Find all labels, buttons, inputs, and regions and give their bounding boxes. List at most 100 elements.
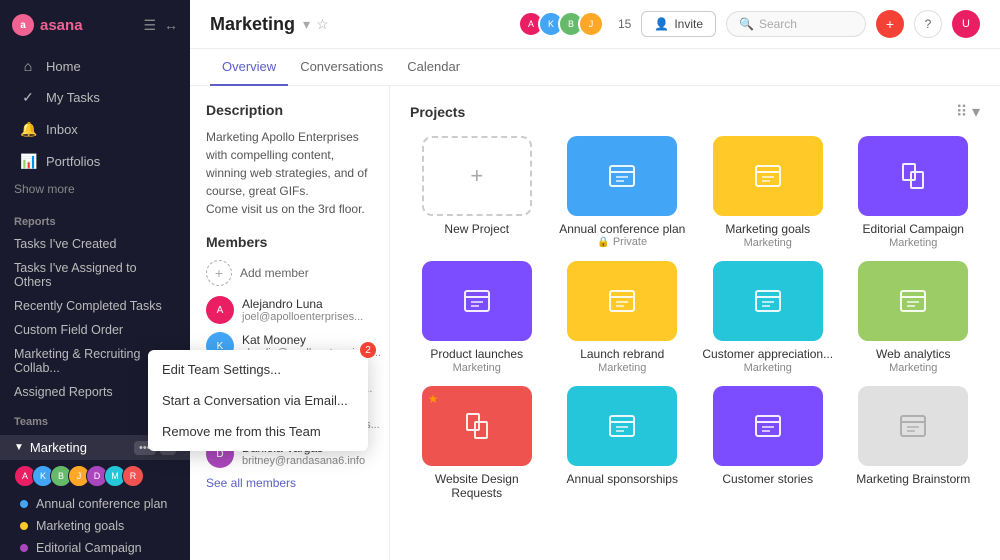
context-menu-remove[interactable]: Remove me from this Team [148,416,368,447]
project-card-conference[interactable]: Annual conference plan 🔒 Private [556,136,690,249]
context-menu: 2 Edit Team Settings... Start a Conversa… [148,350,368,451]
marketing-team-label-group: ▼ Marketing [14,440,87,455]
topbar-left: Marketing ▾ ☆ [210,14,329,35]
tasks-icon: ✓ [20,89,36,106]
see-all-members[interactable]: See all members [206,476,373,490]
project-thumb [567,261,677,341]
member-name: Kat Mooney [242,333,381,347]
project-card-website[interactable]: ★ Website Design Requests [410,386,544,501]
project-card-editorial[interactable]: Editorial Campaign Marketing [847,136,981,249]
inbox-icon: 🔔 [20,121,36,138]
project-team: Marketing [744,362,792,374]
project-item-conference[interactable]: Annual conference plan [0,493,190,515]
search-placeholder: Search [759,17,797,31]
expand-icon[interactable]: ↔ [164,17,178,34]
star-badge: ★ [428,392,439,406]
sidebar: a asana ☰ ↔ ⌂ Home ✓ My Tasks 🔔 Inbox 📊 … [0,0,190,560]
sidebar-item-recently-completed[interactable]: Recently Completed Tasks [0,294,190,318]
sidebar-item-tasks-created[interactable]: Tasks I've Created [0,232,190,256]
context-menu-conversation[interactable]: Start a Conversation via Email... [148,385,368,416]
help-button[interactable]: ? [914,10,942,38]
project-card-brainstorm[interactable]: Marketing Brainstorm [847,386,981,501]
project-team: Marketing [598,362,646,374]
menu-icon[interactable]: ☰ [143,17,156,34]
sidebar-controls: ☰ ↔ [143,17,178,34]
project-name: New Project [444,222,509,236]
invite-button[interactable]: 👤 Invite [641,11,716,37]
tab-calendar[interactable]: Calendar [395,49,472,86]
invite-label: Invite [674,17,703,31]
project-team: Marketing [744,237,792,249]
member-email: joel@apolloenterprises... [242,311,363,323]
sidebar-item-inbox-label: Inbox [46,122,78,137]
user-avatar[interactable]: U [952,10,980,38]
logo-icon: a [12,14,34,36]
project-item-label: Annual conference plan [36,497,167,511]
project-thumb [713,136,823,216]
project-card-sponsorships[interactable]: Annual sponsorships [556,386,690,501]
sidebar-item-custom-field[interactable]: Custom Field Order [0,318,190,342]
right-panel: Projects ⠿ ▾ + New Project [390,86,1000,560]
member-info: Alejandro Luna joel@apolloenterprises... [242,297,363,323]
project-thumb [567,386,677,466]
sidebar-item-portfolios[interactable]: 📊 Portfolios [6,146,184,177]
star-icon[interactable]: ☆ [316,16,329,33]
sidebar-item-mytasks-label: My Tasks [46,90,100,105]
topbar-right: A K B J 15 👤 Invite 🔍 Search + ? U [518,10,980,38]
sidebar-item-inbox[interactable]: 🔔 Inbox [6,114,184,145]
project-item-label: Editorial Campaign [36,541,142,555]
new-project-thumb: + [422,136,532,216]
project-thumb [858,386,968,466]
project-card-rebrand[interactable]: Launch rebrand Marketing [556,261,690,374]
view-toggle[interactable]: ⠿ ▾ [956,102,980,122]
projects-header: Projects ⠿ ▾ [410,102,980,122]
team-avatars: A K B J D M R [0,461,190,491]
project-item-goals[interactable]: Marketing goals [0,515,190,537]
sidebar-item-home[interactable]: ⌂ Home [6,51,184,81]
member-avatar: A [206,296,234,324]
project-item-editorial[interactable]: Editorial Campaign [0,537,190,559]
project-thumb [713,386,823,466]
add-button[interactable]: + [876,10,904,38]
project-card-analytics[interactable]: Web analytics Marketing [847,261,981,374]
tab-conversations[interactable]: Conversations [288,49,395,86]
tabs: Overview Conversations Calendar [190,49,1000,86]
project-team: Marketing [889,362,937,374]
project-card-launches[interactable]: Product launches Marketing [410,261,544,374]
private-label: Private [613,236,647,248]
sidebar-item-mytasks[interactable]: ✓ My Tasks [6,82,184,113]
project-name: Web analytics [876,347,950,361]
show-more-nav[interactable]: Show more [0,178,190,200]
dropdown-icon[interactable]: ▾ [303,16,310,33]
search-box[interactable]: 🔍 Search [726,11,866,37]
project-card-stories[interactable]: Customer stories [701,386,835,501]
members-title: Members [206,234,373,250]
marketing-team-label: Marketing [30,440,87,455]
sidebar-item-tasks-assigned[interactable]: Tasks I've Assigned to Others [0,256,190,294]
project-name: Editorial Campaign [863,222,964,236]
tab-overview[interactable]: Overview [210,49,288,86]
project-dot [20,522,28,530]
home-icon: ⌂ [20,58,36,74]
description-title: Description [206,102,373,118]
context-menu-edit[interactable]: Edit Team Settings... [148,354,368,385]
project-name: Website Design Requests [410,472,544,500]
project-team: Marketing [889,237,937,249]
project-card-goals[interactable]: Marketing goals Marketing [701,136,835,249]
project-card-new[interactable]: + New Project [410,136,544,249]
project-thumb [858,136,968,216]
title-icons: ▾ ☆ [303,16,329,33]
content-area: Description Marketing Apollo Enterprises… [190,86,1000,560]
project-thumb [567,136,677,216]
left-panel: Description Marketing Apollo Enterprises… [190,86,390,560]
portfolios-icon: 📊 [20,153,36,170]
avatar: R [122,465,144,487]
project-name: Marketing Brainstorm [856,472,970,486]
sidebar-nav: ⌂ Home ✓ My Tasks 🔔 Inbox 📊 Portfolios S… [0,46,190,204]
add-member-button[interactable]: + Add member [206,260,373,286]
description-text: Marketing Apollo Enterprises with compel… [206,128,373,218]
person-icon: 👤 [654,17,669,31]
add-member-label: Add member [240,266,309,280]
project-card-customer[interactable]: Customer appreciation... Marketing [701,261,835,374]
project-dot [20,544,28,552]
